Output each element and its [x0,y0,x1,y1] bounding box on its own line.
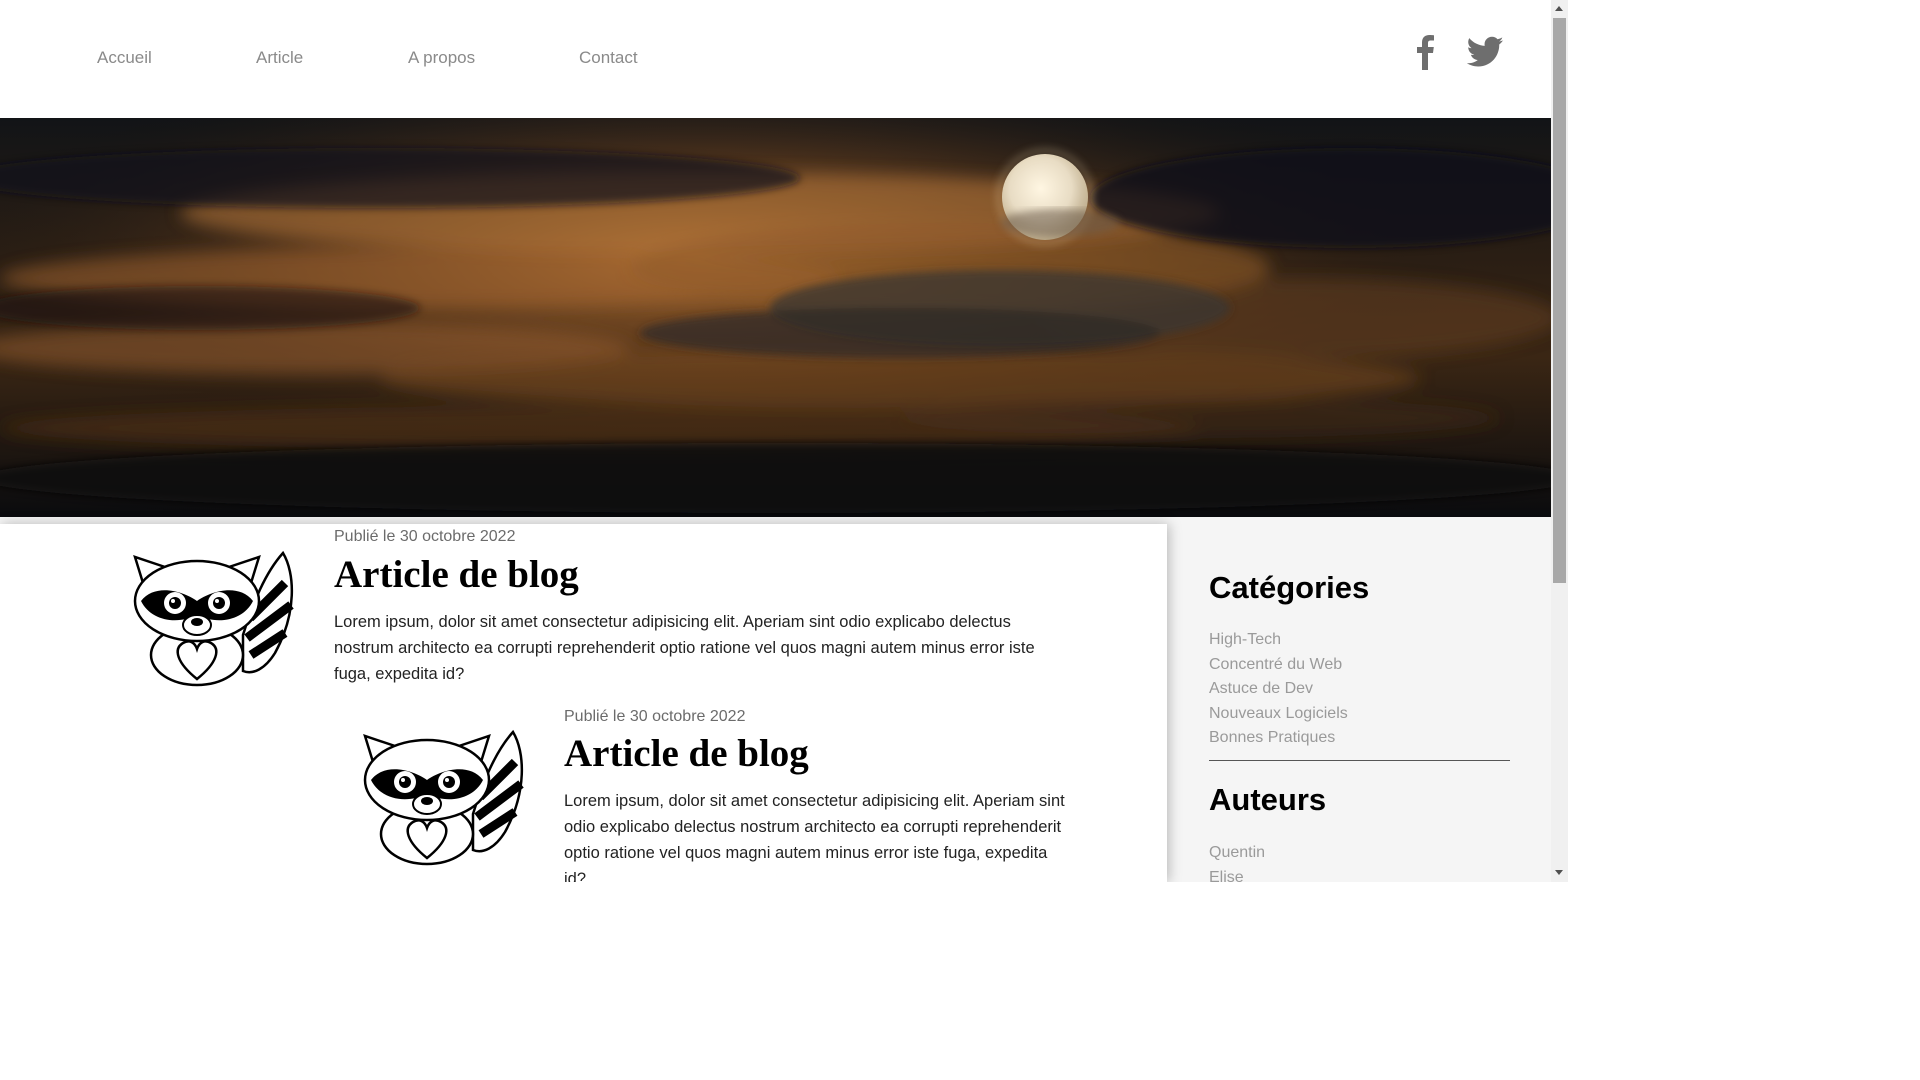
authors-heading: Auteurs [1209,782,1327,817]
post-date: Publié le 30 octobre 2022 [564,708,746,725]
vertical-scrollbar[interactable] [1551,0,1568,882]
scroll-thumb[interactable] [1553,18,1566,583]
category-link[interactable]: Astuce de Dev [1209,677,1348,702]
category-link[interactable]: Nouveaux Logiciels [1209,702,1348,727]
sidebar-divider [1209,760,1510,761]
raccoon-image [355,722,525,871]
categories-list: High-Tech Concentré du Web Astuce de Dev… [1209,628,1348,751]
page: Accueil Article A propos Contact Publié … [0,0,1551,882]
post-excerpt: Lorem ipsum, dolor sit amet consectetur … [564,792,1065,882]
nav-link-accueil[interactable]: Accueil [97,48,152,68]
author-link[interactable]: Quentin [1209,841,1265,866]
facebook-icon[interactable] [1412,34,1438,75]
category-link[interactable]: Bonnes Pratiques [1209,726,1348,751]
category-link[interactable]: High-Tech [1209,628,1348,653]
post-title[interactable]: Article de blog [334,552,579,597]
nav-link-a-propos[interactable]: A propos [408,48,475,68]
post-date: Publié le 30 octobre 2022 [334,528,516,545]
nav-link-contact[interactable]: Contact [579,48,638,68]
scroll-down-icon[interactable] [1555,870,1563,875]
scroll-up-icon[interactable] [1555,6,1563,11]
site-header: Accueil Article A propos Contact [0,0,1551,118]
author-link[interactable]: Elise [1209,866,1265,883]
post-title[interactable]: Article de blog [564,731,809,776]
hero-banner [0,118,1551,517]
nav-link-article[interactable]: Article [256,48,303,68]
hero-image [0,118,1551,517]
category-link[interactable]: Concentré du Web [1209,653,1348,678]
post-excerpt: Lorem ipsum, dolor sit amet consectetur … [334,613,1035,683]
twitter-icon[interactable] [1466,36,1504,73]
authors-list: Quentin Elise [1209,841,1265,882]
categories-heading: Catégories [1209,570,1370,605]
raccoon-image [125,543,295,692]
